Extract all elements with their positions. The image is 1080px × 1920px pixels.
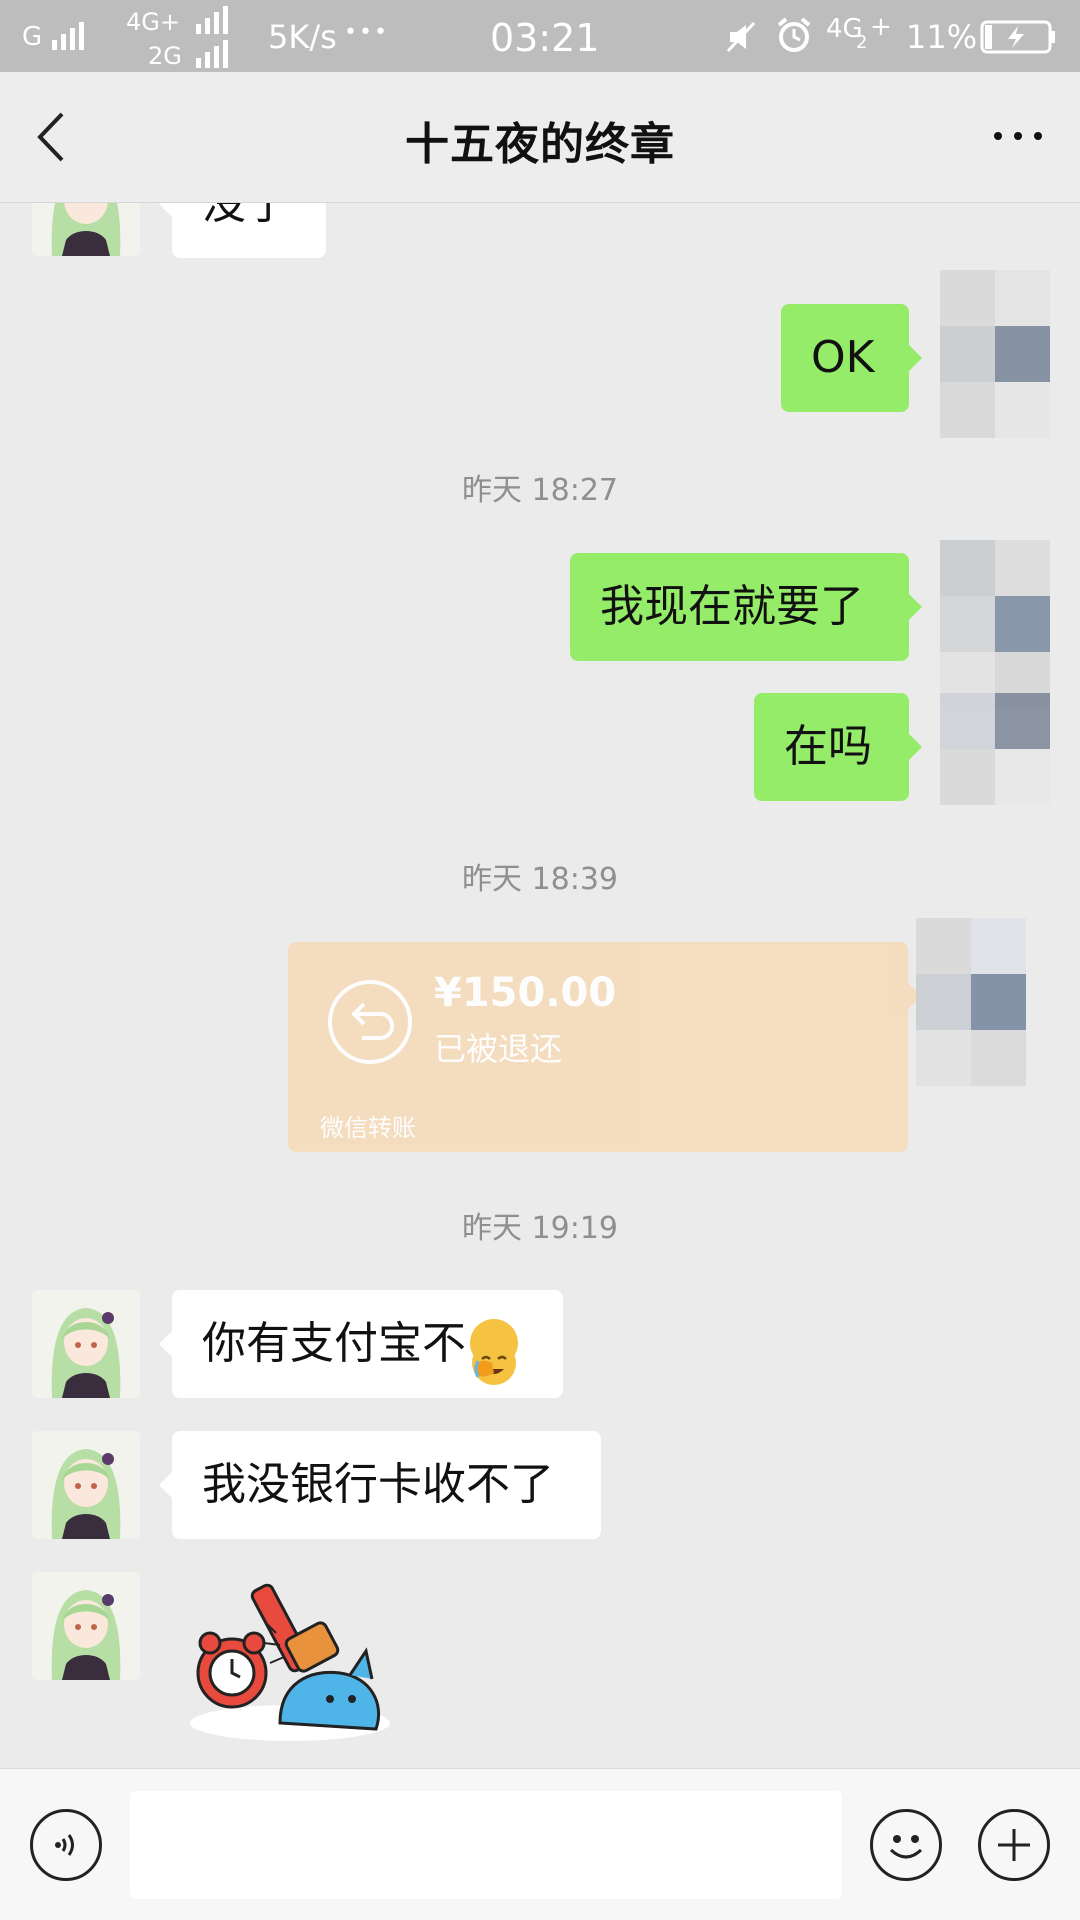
mute-icon: [726, 21, 756, 53]
alarm-icon: [777, 17, 811, 52]
net-speed: 5K/s: [268, 18, 337, 56]
plus-icon[interactable]: [978, 1809, 1050, 1881]
alarm-clock-hammer-sticker[interactable]: [180, 1573, 420, 1743]
contact-avatar[interactable]: [32, 1431, 140, 1539]
message-bubble-outgoing[interactable]: OK: [781, 304, 922, 412]
network-sub: 2: [856, 32, 868, 53]
transfer-source-label: 微信转账: [320, 1114, 416, 1142]
contact-avatar[interactable]: [32, 203, 140, 256]
status-more-icon: •••: [344, 20, 389, 45]
signal-icon: [52, 20, 84, 50]
timestamp: 昨天 19:19: [462, 1211, 618, 1246]
self-avatar[interactable]: [940, 693, 1050, 805]
self-avatar[interactable]: [940, 540, 1050, 710]
battery-percent: 11%: [906, 18, 978, 56]
transfer-card[interactable]: ¥150.00 已被退还 微信转账: [288, 942, 921, 1152]
message-bubble-outgoing[interactable]: 在吗: [754, 693, 922, 801]
clock: 03:21: [490, 16, 600, 60]
message-bubble-outgoing[interactable]: 我现在就要了: [570, 553, 922, 661]
carrier-label: G: [22, 22, 43, 52]
more-dots-icon[interactable]: [990, 116, 1050, 156]
title-bar: 十五夜的终章: [0, 72, 1080, 203]
signal-icon: [196, 6, 228, 34]
message-input[interactable]: [130, 1791, 842, 1899]
transfer-status: 已被退还: [434, 1030, 563, 1068]
transfer-amount: ¥150.00: [434, 970, 617, 1016]
message-bubble-incoming[interactable]: 我没银行卡收不了: [159, 1431, 601, 1539]
timestamp: 昨天 18:27: [462, 473, 618, 508]
message-bubble-incoming[interactable]: 你有支付宝不: [159, 1290, 563, 1398]
input-bar: [0, 1768, 1080, 1920]
network-label-bottom: 2G: [148, 42, 182, 70]
message-list[interactable]: 没了 OK 昨天 18:27 我现在就要了 在吗 昨天 18:39 ¥150.0…: [0, 203, 1080, 1768]
contact-avatar[interactable]: [32, 1572, 140, 1680]
chat-screen: G 4G+ 2G 5K/s ••• 03:21 4G 2 + 11% 十五夜的终…: [0, 0, 1080, 1920]
facepalm-emoji-icon: [470, 1319, 518, 1385]
message-text: 你有支付宝不: [202, 1318, 466, 1369]
status-bar: G 4G+ 2G 5K/s ••• 03:21 4G 2 + 11%: [0, 0, 1080, 72]
network-plus: +: [870, 12, 892, 42]
emoji-icon[interactable]: [870, 1809, 942, 1881]
battery-charging-icon: [980, 20, 1055, 54]
contact-avatar[interactable]: [32, 1290, 140, 1398]
network-label-top: 4G+: [126, 8, 180, 36]
return-transfer-icon: [328, 980, 412, 1064]
self-avatar[interactable]: [940, 270, 1050, 440]
signal-icon: [196, 40, 228, 68]
timestamp: 昨天 18:39: [462, 862, 618, 897]
message-bubble-incoming[interactable]: 没了: [159, 203, 326, 258]
voice-icon[interactable]: [30, 1809, 102, 1881]
self-avatar[interactable]: [916, 918, 1026, 1088]
chat-title: 十五夜的终章: [405, 119, 675, 170]
